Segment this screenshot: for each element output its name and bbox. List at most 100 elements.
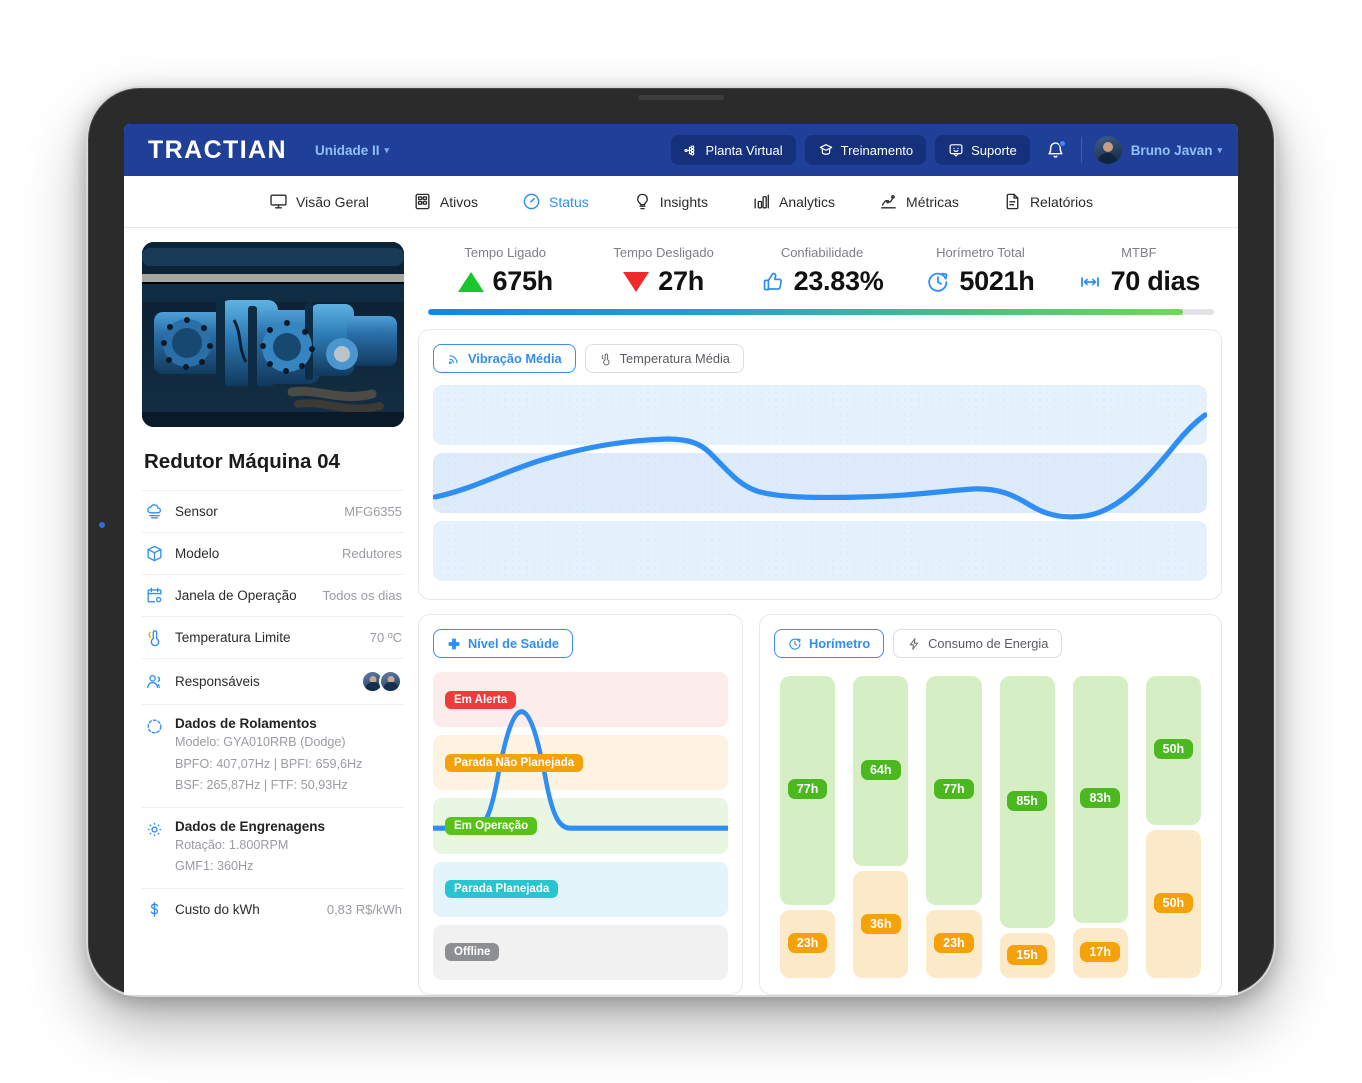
spec-value-janela: Todos os dias: [322, 588, 403, 603]
health-band-parada-planejada: Parada Planejada: [433, 861, 728, 917]
nav-item-relatorios[interactable]: Relatórios: [1003, 192, 1093, 211]
hourmeter-bar-column[interactable]: 50h 50h: [1145, 676, 1202, 978]
nav-label-ativos: Ativos: [439, 193, 479, 210]
asset-title: Redutor Máquina 04: [144, 450, 340, 473]
hourmeter-bar-column[interactable]: 77h 23h: [780, 676, 836, 978]
tab-horimetro[interactable]: Horímetro: [774, 629, 885, 658]
kpi-value-wrap-horimetro-total: 5021h: [903, 266, 1057, 297]
responsaveis-avatars[interactable]: [361, 670, 402, 693]
treinamento-button[interactable]: Treinamento: [804, 135, 927, 165]
hourmeter-segment-operacao: 77h: [926, 676, 982, 905]
dollar-icon: [144, 900, 164, 919]
chevron-down-icon: ▾: [384, 144, 390, 155]
tab-temperatura-media[interactable]: Temperatura Média: [584, 344, 744, 373]
hourmeter-bar-column[interactable]: 83h 17h: [1072, 676, 1128, 978]
users-icon: [144, 672, 164, 691]
nav-item-ativos[interactable]: Ativos: [413, 192, 478, 211]
nav-item-metricas[interactable]: Métricas: [879, 192, 959, 211]
thumbs-up-icon: [763, 272, 782, 290]
tab-label-horimetro: Horímetro: [809, 636, 871, 651]
bolt-icon: [909, 637, 919, 650]
hourmeter-bar-column[interactable]: 64h 36h: [853, 676, 909, 978]
nav-label-metricas: Métricas: [906, 193, 959, 210]
spec-janela-operacao: Janela de Operação Todos os dias: [142, 574, 404, 616]
spec-engrenagens-body: Dados de Engrenagens Rotação: 1.800RPM G…: [175, 819, 325, 877]
hourmeter-value-operacao: 77h: [934, 779, 974, 800]
kpi-tempo-ligado: Tempo Ligado 675h: [428, 245, 582, 297]
kpi-horimetro-total: Horímetro Total 5021h: [903, 245, 1057, 297]
hourmeter-value-parado: 23h: [787, 932, 828, 953]
vibration-waves-icon: [448, 354, 458, 364]
spec-modelo: Modelo Redutores: [142, 532, 404, 574]
nav-item-analytics[interactable]: Analytics: [752, 192, 835, 211]
nav-label-visao-geral: Visão Geral: [296, 193, 369, 210]
vibration-card-tabs: Vibração Média Temperatura Média: [433, 344, 1207, 373]
health-tag-em-operacao: Em Operação: [445, 817, 538, 835]
health-cross-icon: [448, 638, 460, 649]
health-tag-parada-nao-planejada: Parada Não Planejada: [445, 753, 584, 772]
brand-logo[interactable]: TRACTIAN: [148, 136, 287, 165]
nav-item-insights[interactable]: Insights: [633, 192, 708, 211]
nav-item-visao-geral[interactable]: Visão Geral: [269, 192, 369, 211]
triangle-up-icon: [457, 271, 484, 292]
health-bands: Em Alerta Parada Não Planejada Em Operaç…: [433, 672, 728, 981]
brand-logo-text: TRACTIAN: [148, 135, 287, 164]
spec-value-sensor: MFG6355: [344, 504, 402, 519]
hourmeter-value-parado: 50h: [1153, 892, 1194, 913]
hourmeter-segment-parado: 23h: [780, 909, 836, 978]
unit-selector[interactable]: Unidade II ▾: [315, 143, 389, 158]
hourmeter-value-operacao: 64h: [860, 760, 901, 781]
spec-label-janela: Janela de Operação: [175, 588, 297, 603]
spec-rolamentos-line-3: BSF: 265,87Hz | FTF: 50,93Hz: [175, 778, 348, 793]
suporte-button[interactable]: Suporte: [935, 135, 1030, 165]
hourmeter-segment-parado: 15h: [999, 933, 1055, 978]
tab-vibracao-media[interactable]: Vibração Média: [433, 344, 576, 373]
user-menu[interactable]: Bruno Javan ▾: [1093, 136, 1222, 164]
kpi-value-horimetro-total: 5021h: [959, 266, 1035, 296]
tab-label-temperatura-media: Temperatura Média: [619, 351, 730, 366]
hourmeter-value-parado: 36h: [860, 913, 901, 934]
vibration-line-chart: [433, 385, 1207, 585]
hourmeter-value-parado: 17h: [1080, 941, 1121, 962]
lightbulb-icon: [636, 193, 648, 210]
chat-smile-icon: [949, 144, 963, 157]
asset-photo: [142, 242, 404, 427]
nav-item-status[interactable]: Status: [522, 192, 589, 211]
tab-label-vibracao-media: Vibração Média: [468, 351, 562, 366]
hourmeter-bar-column[interactable]: 77h 23h: [926, 676, 982, 978]
tablet-screen: TRACTIAN Unidade II ▾ Planta Virtual Tre…: [124, 124, 1238, 995]
suporte-label: Suporte: [971, 142, 1017, 158]
hourmeter-segment-parado: 23h: [926, 909, 982, 978]
kpi-value-wrap-mtbf: 70 dias: [1062, 266, 1216, 297]
sitemap-icon: [683, 145, 694, 155]
kpi-label-tempo-desligado: Tempo Desligado: [613, 245, 714, 260]
thermometer-flame-icon: [601, 353, 610, 365]
user-name[interactable]: Bruno Javan ▾: [1131, 143, 1222, 158]
tablet-device-frame: TRACTIAN Unidade II ▾ Planta Virtual Tre…: [86, 86, 1276, 997]
kpi-row: Tempo Ligado 675h Tempo Desligado 27h Co…: [418, 242, 1222, 297]
kpi-tempo-desligado: Tempo Desligado 27h: [586, 245, 740, 297]
vibration-card: Vibração Média Temperatura Média: [418, 329, 1222, 600]
spec-custo-kwh: Custo do kWh 0,83 R$/kWh: [142, 887, 404, 930]
notifications-button[interactable]: [1043, 137, 1069, 163]
hourmeter-bar-column[interactable]: 85h 15h: [999, 676, 1055, 978]
health-band-em-operacao: Em Operação: [433, 798, 728, 854]
hourmeter-segment-parado: 36h: [853, 871, 909, 978]
tab-nivel-de-saude[interactable]: Nível de Saúde: [433, 629, 574, 658]
spec-value-temp: 70 ºC: [369, 630, 402, 645]
spec-dados-engrenagens: Dados de Engrenagens Rotação: 1.800RPM G…: [142, 806, 404, 888]
nav-label-relatorios: Relatórios: [1029, 193, 1093, 210]
hourmeter-value-operacao: 77h: [787, 779, 828, 800]
health-tag-em-alerta: Em Alerta: [445, 690, 517, 709]
clock-arrow-icon: [928, 272, 948, 292]
tab-consumo-de-energia[interactable]: Consumo de Energia: [893, 629, 1063, 658]
kpi-value-wrap-confiabilidade: 23.83%: [745, 266, 899, 297]
bar-chart-icon: [754, 194, 769, 209]
spec-engrenagens-line-2: GMF1: 360Hz: [175, 859, 254, 874]
health-progress-bar: [428, 309, 1214, 315]
health-card: Nível de Saúde Em Alerta Parada Não Plan…: [418, 614, 743, 995]
kpi-label-tempo-ligado: Tempo Ligado: [464, 245, 547, 260]
kpi-value-mtbf: 70 dias: [1110, 266, 1201, 296]
planta-virtual-button[interactable]: Planta Virtual: [670, 135, 796, 165]
document-icon: [1006, 193, 1019, 210]
